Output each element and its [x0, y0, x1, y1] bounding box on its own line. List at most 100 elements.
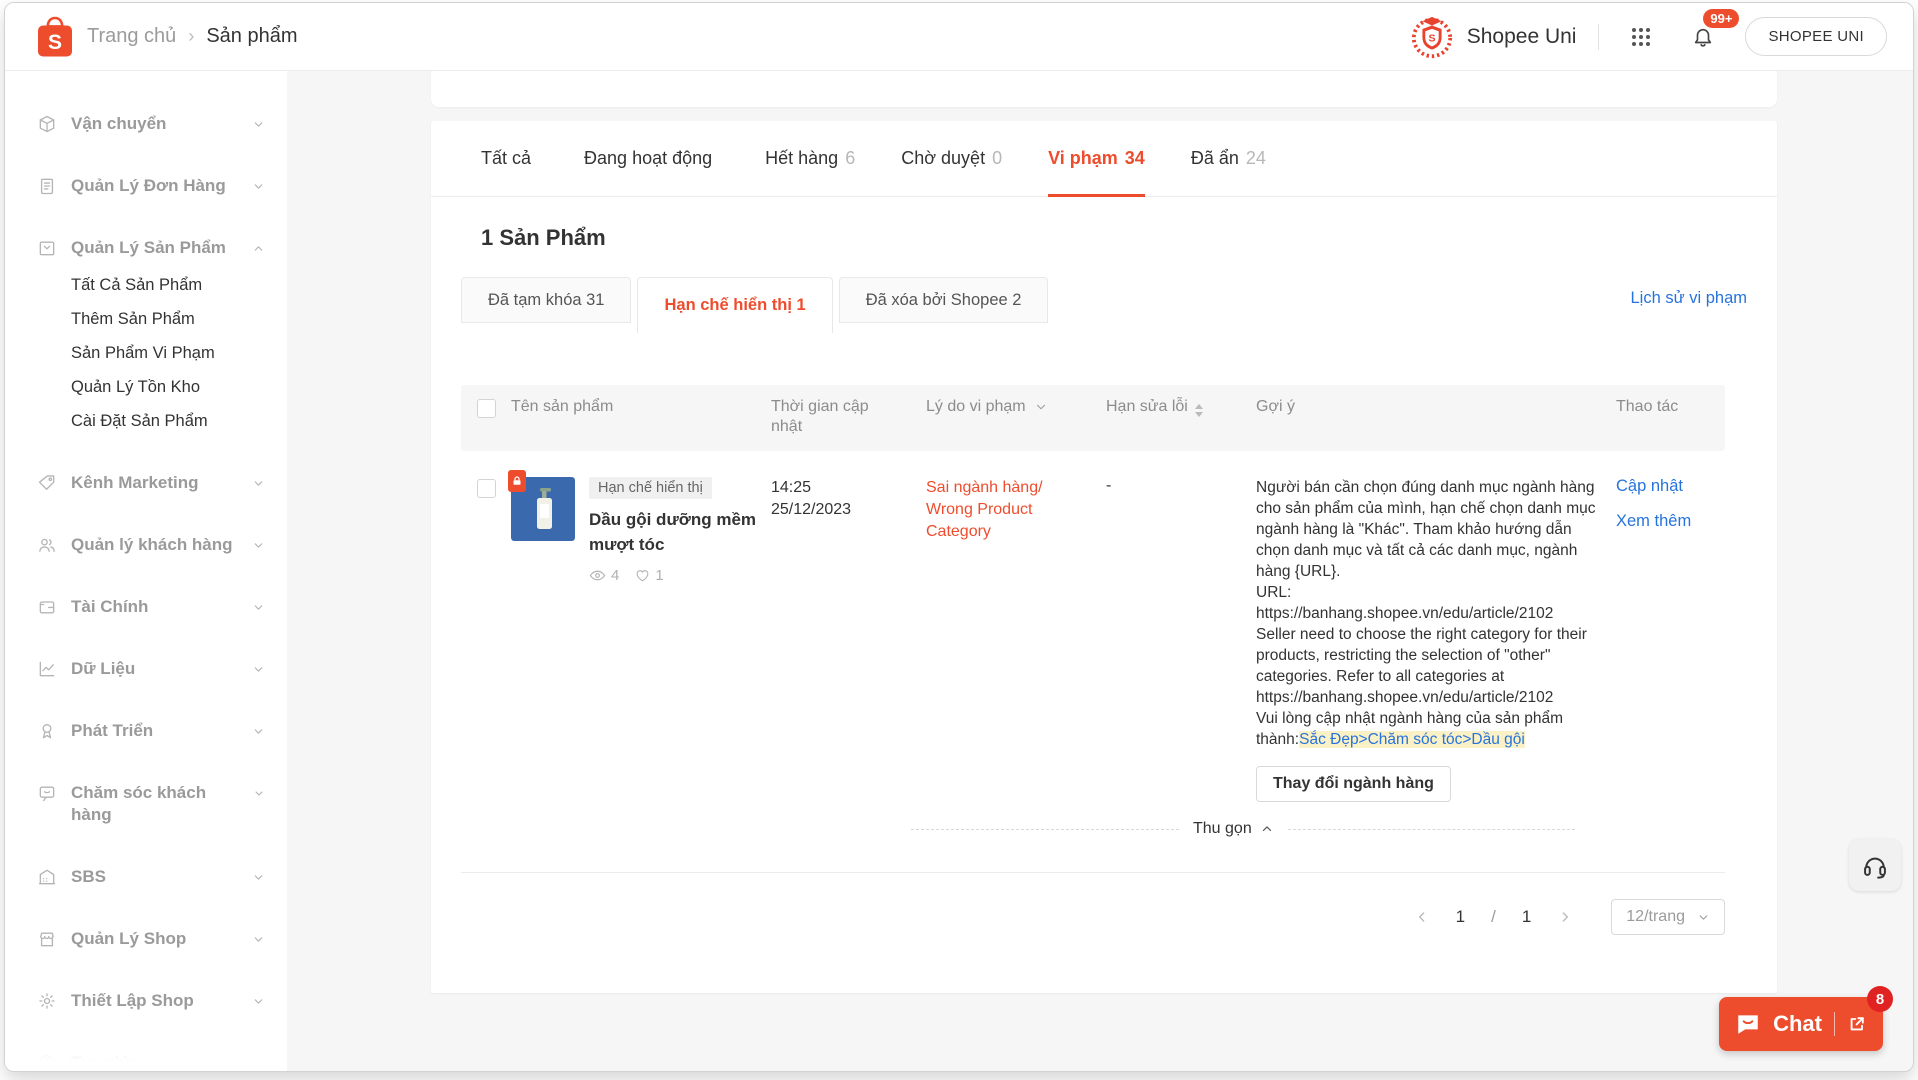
chevron-down-icon	[252, 601, 265, 614]
sidebar-item-help[interactable]: Trợ giúp	[37, 1052, 265, 1072]
sidebar-item-product-management[interactable]: Quản Lý Sản Phẩm	[37, 237, 265, 259]
chevron-down-icon	[253, 787, 265, 800]
chevron-down-icon	[252, 477, 265, 490]
notification-badge: 99+	[1703, 9, 1739, 29]
chevron-down-icon	[252, 663, 265, 676]
notifications-button[interactable]: 99+	[1683, 17, 1723, 57]
page-prev-icon[interactable]	[1414, 909, 1430, 925]
subtab-temporarily-locked[interactable]: Đã tạm khóa 31	[461, 277, 631, 323]
chevron-down-icon	[1697, 911, 1710, 924]
product-name[interactable]: Dầu gội dưỡng mềm mượt tóc	[589, 507, 771, 557]
customers-icon	[37, 535, 57, 555]
chevron-up-icon	[252, 242, 265, 255]
violation-subtabs: Đã tạm khóa 31 Hạn chế hiển thị 1 Đã xóa…	[461, 277, 1054, 333]
sidebar-item-violating-products[interactable]: Sản Phẩm Vi Phạm	[71, 343, 265, 364]
change-category-button[interactable]: Thay đổi ngành hàng	[1256, 766, 1451, 802]
views-eye-icon	[589, 567, 606, 584]
table-row: Hạn chế hiển thị Dầu gội dưỡng mềm mượt …	[461, 451, 1725, 802]
medal-icon	[37, 721, 57, 741]
chat-button[interactable]: Chat 8	[1719, 997, 1883, 1051]
sidebar-item-orders[interactable]: Quản Lý Đơn Hàng	[37, 175, 265, 197]
shopee-uni-crest-icon: S	[1409, 14, 1455, 60]
product-thumbnail[interactable]	[511, 477, 575, 541]
help-icon	[37, 1053, 57, 1072]
sidebar-item-data[interactable]: Dữ Liệu	[37, 658, 265, 680]
restriction-badge: Hạn chế hiển thị	[589, 477, 712, 499]
dashed-line	[911, 829, 1179, 830]
shop-brand[interactable]: S Shopee Uni	[1409, 14, 1577, 60]
product-icon	[37, 238, 57, 258]
sidebar-item-all-products[interactable]: Tất Cả Sản Phẩm	[71, 275, 265, 296]
status-tabs: Tất cả Đang hoạt động Hết hàng6 Chờ duyệ…	[431, 121, 1777, 197]
breadcrumb: S Trang chủ › Sản phẩm	[35, 15, 297, 59]
popout-icon[interactable]	[1847, 1014, 1867, 1034]
subtab-restricted-visibility[interactable]: Hạn chế hiển thị 1	[637, 277, 832, 333]
chevron-down-icon	[252, 871, 265, 884]
order-icon	[37, 176, 57, 196]
chat-icon	[1735, 1011, 1761, 1037]
views-count: 4	[611, 567, 619, 584]
support-headset-button[interactable]	[1849, 839, 1901, 891]
violation-history-link[interactable]: Lịch sử vi phạm	[1630, 289, 1747, 308]
chat-divider	[1834, 1012, 1835, 1036]
collapse-toggle[interactable]: Thu gọn	[1193, 820, 1274, 838]
sidebar-item-development[interactable]: Phát Triển	[37, 720, 265, 742]
tab-pending-review[interactable]: Chờ duyệt0	[901, 121, 1002, 196]
sidebar-item-shipping[interactable]: Vận chuyển	[37, 113, 265, 135]
violation-table: Tên sản phẩm Thời gian cập nhật Lý do vi…	[461, 385, 1725, 935]
sidebar-item-marketing[interactable]: Kênh Marketing	[37, 472, 265, 494]
page-next-icon[interactable]	[1557, 909, 1573, 925]
sidebar-item-shop-settings[interactable]: Thiết Lập Shop	[37, 990, 265, 1012]
select-all-checkbox[interactable]	[477, 399, 496, 418]
top-header: S Trang chủ › Sản phẩm S Shopee Uni	[5, 3, 1913, 71]
sidebar-product-submenu: Tất Cả Sản Phẩm Thêm Sản Phẩm Sản Phẩm V…	[71, 275, 265, 432]
tab-out-of-stock[interactable]: Hết hàng6	[765, 121, 855, 196]
col-updated-time: Thời gian cập nhật	[771, 397, 882, 437]
sort-icon	[1195, 400, 1203, 421]
chevron-up-icon	[1260, 822, 1274, 836]
sidebar-item-finance[interactable]: Tài Chính	[37, 596, 265, 618]
package-icon	[37, 114, 57, 134]
tab-violation[interactable]: Vi phạm34	[1048, 121, 1145, 196]
filter-chevron-icon	[1034, 400, 1048, 414]
sidebar-item-add-product[interactable]: Thêm Sản Phẩm	[71, 309, 265, 330]
shop-brand-name: Shopee Uni	[1467, 25, 1577, 49]
sidebar-group-products: Quản Lý Sản Phẩm Tất Cả Sản Phẩm Thêm Sả…	[37, 237, 265, 432]
subtab-deleted-by-shopee[interactable]: Đã xóa bởi Shopee 2	[839, 277, 1049, 323]
storefront-icon	[37, 929, 57, 949]
shopee-logo-icon[interactable]: S	[35, 15, 75, 59]
see-more-link[interactable]: Xem thêm	[1616, 512, 1725, 531]
tab-hidden[interactable]: Đã ẩn24	[1191, 121, 1266, 196]
chevron-down-icon	[252, 180, 265, 193]
row-checkbox[interactable]	[477, 479, 496, 498]
sidebar-item-product-settings[interactable]: Cài Đặt Sản Phẩm	[71, 411, 265, 432]
violation-subtabs-row: Đã tạm khóa 31 Hạn chế hiển thị 1 Đã xóa…	[461, 277, 1747, 333]
account-button[interactable]: SHOPEE UNI	[1745, 17, 1887, 56]
previous-card-remnant	[431, 71, 1777, 107]
update-link[interactable]: Cập nhật	[1616, 477, 1725, 496]
col-fix-deadline[interactable]: Hạn sửa lỗi	[1106, 397, 1256, 437]
sidebar-item-sbs[interactable]: SBS	[37, 866, 265, 888]
breadcrumb-home[interactable]: Trang chủ	[87, 25, 176, 48]
col-violation-reason[interactable]: Lý do vi phạm	[926, 397, 1106, 437]
suggested-category-path[interactable]: Sắc Đẹp>Chăm sóc tóc>Dầu gội	[1299, 731, 1525, 748]
sidebar-item-inventory[interactable]: Quản Lý Tồn Kho	[71, 377, 265, 398]
sidebar-item-shop-management[interactable]: Quản Lý Shop	[37, 928, 265, 950]
wallet-icon	[37, 597, 57, 617]
col-suggestion: Gợi ý	[1256, 397, 1295, 417]
chat-unread-badge: 8	[1867, 986, 1893, 1012]
header-divider	[1598, 24, 1599, 50]
tab-all[interactable]: Tất cả	[481, 121, 538, 196]
col-product-name: Tên sản phẩm	[511, 397, 613, 417]
suggestion-text: Người bán cần chọn đúng danh mục ngành h…	[1256, 477, 1604, 750]
tab-active[interactable]: Đang hoạt động	[584, 121, 719, 196]
sidebar-item-customer-management[interactable]: Quản lý khách hàng	[37, 534, 265, 556]
product-list-card: Tất cả Đang hoạt động Hết hàng6 Chờ duyệ…	[431, 121, 1777, 993]
product-info: Hạn chế hiển thị Dầu gội dưỡng mềm mượt …	[589, 477, 771, 802]
chart-icon	[37, 659, 57, 679]
sidebar-item-customer-care[interactable]: Chăm sóc khách hàng	[37, 782, 265, 826]
chevron-down-icon	[252, 118, 265, 131]
page-size-select[interactable]: 12/trang	[1611, 899, 1725, 935]
apps-grid-icon[interactable]	[1621, 17, 1661, 57]
updated-date: 25/12/2023	[771, 499, 926, 521]
